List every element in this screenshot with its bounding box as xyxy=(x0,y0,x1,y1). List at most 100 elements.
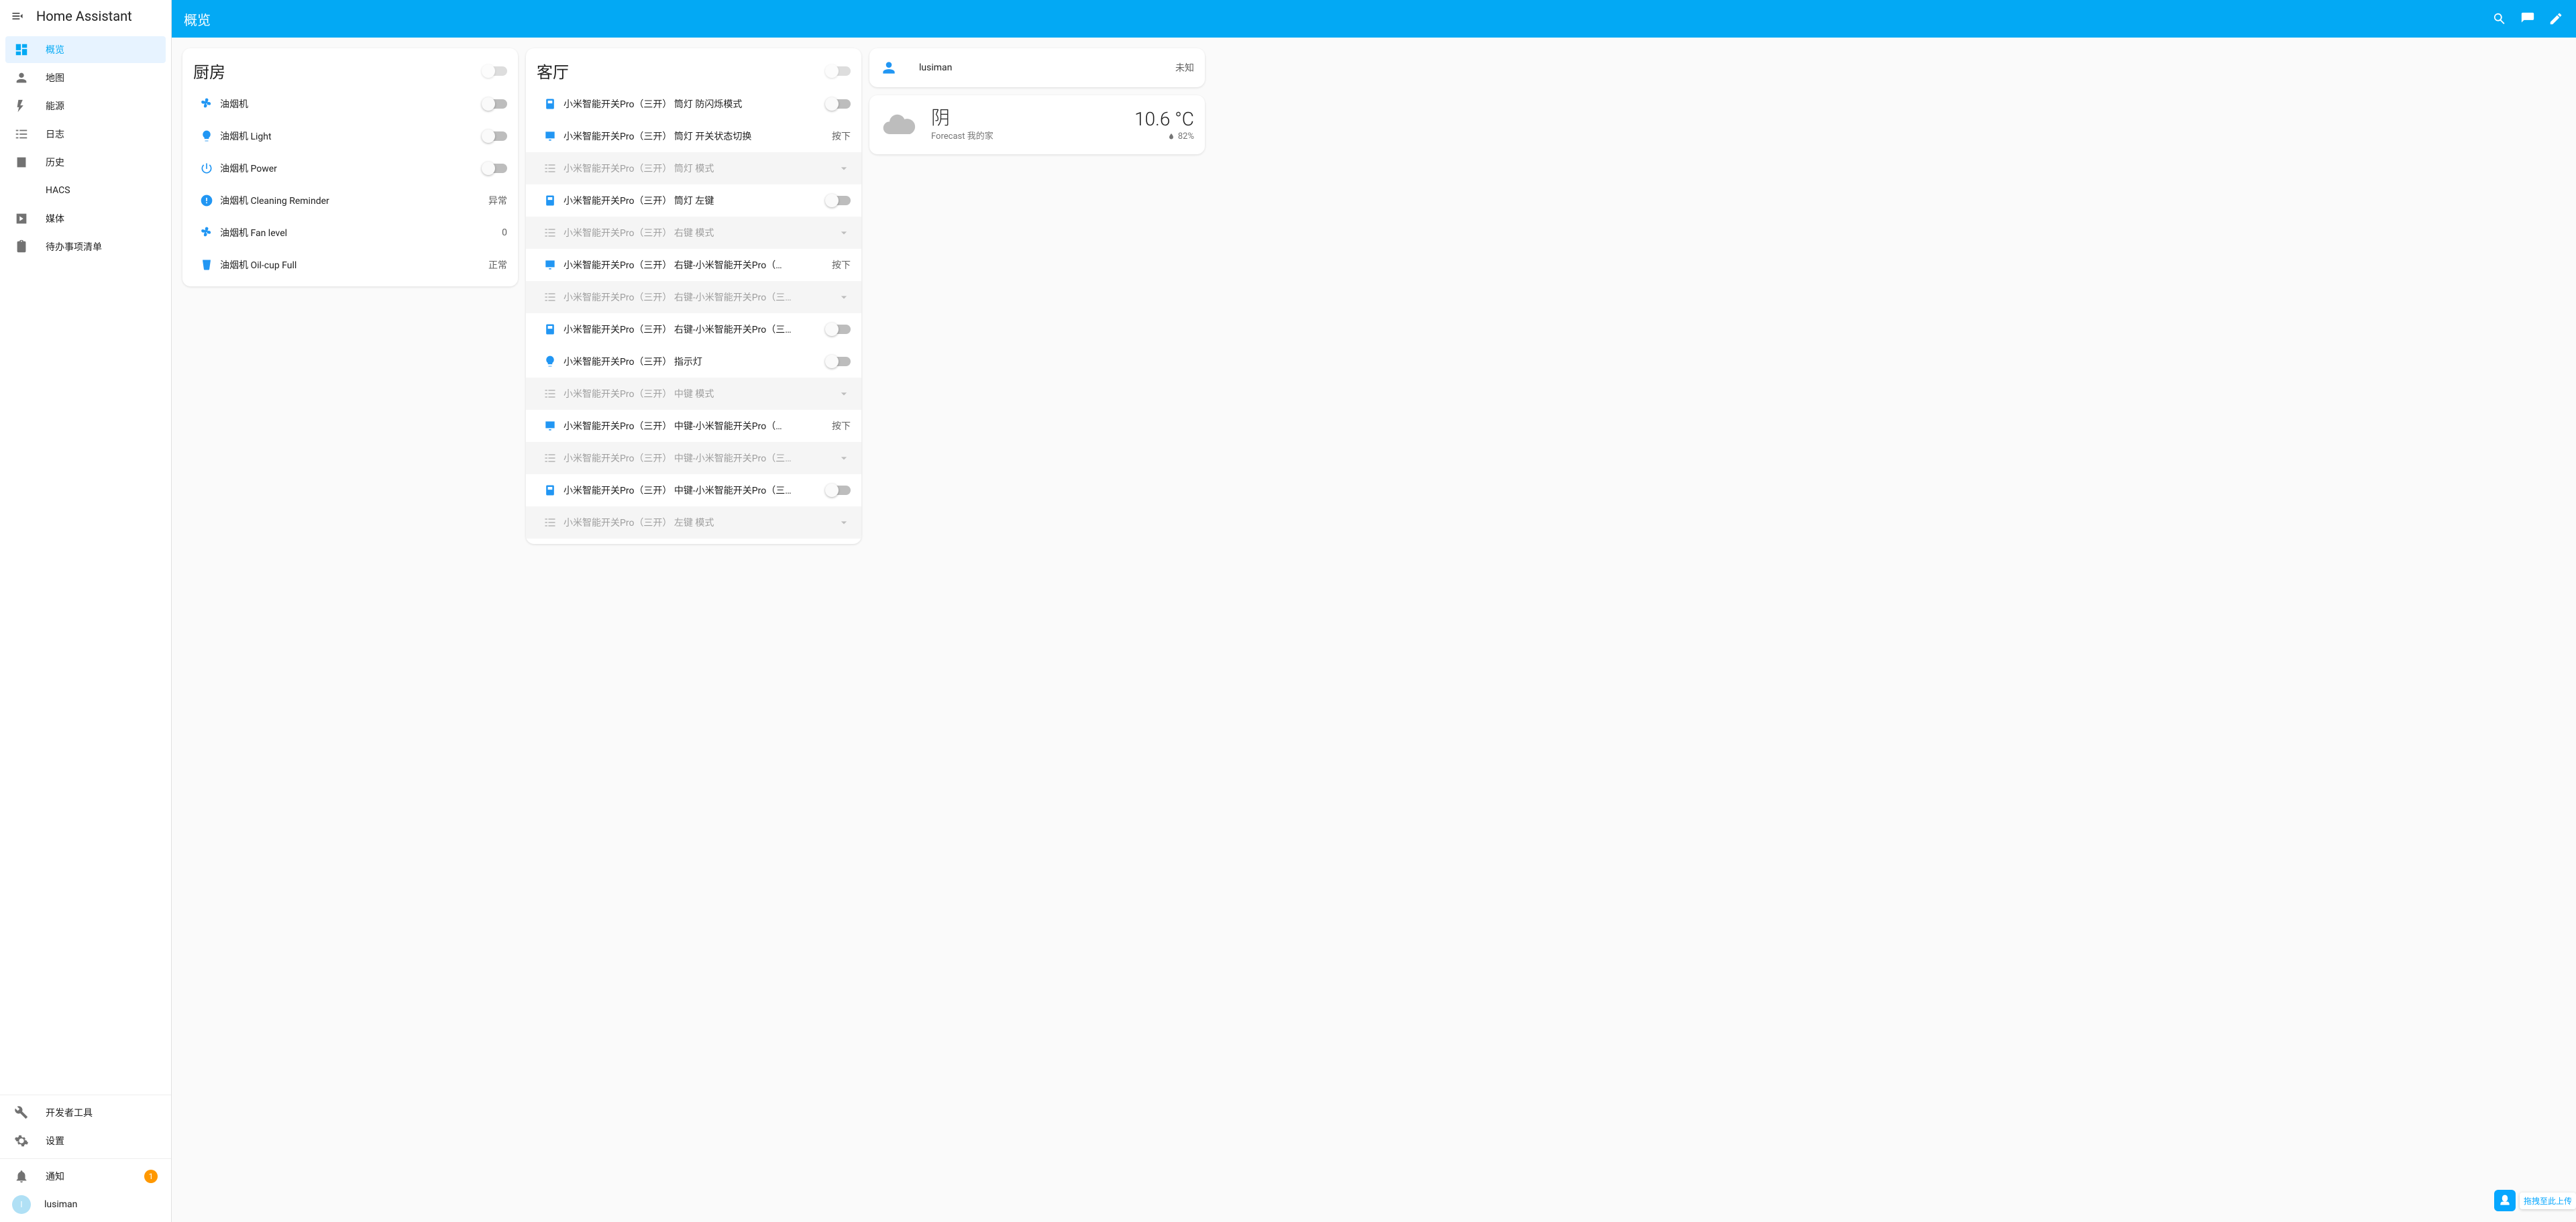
entity-row[interactable]: 小米智能开关Pro（三开） 筒灯 模式 xyxy=(526,152,861,184)
entity-value: 按下 xyxy=(832,419,851,433)
entity-value: 按下 xyxy=(832,129,851,143)
entity-row[interactable]: 小米智能开关Pro（三开） 右键-小米智能开关Pro（三… xyxy=(526,313,861,345)
sidebar-item[interactable]: 待办事项清单 xyxy=(5,233,166,260)
sidebar-tools: 开发者工具 设置 xyxy=(0,1095,171,1158)
card-header-toggle[interactable] xyxy=(483,66,507,76)
entity-row[interactable]: 小米智能开关Pro（三开） 指示灯 xyxy=(526,345,861,378)
entity-row[interactable]: 油烟机 Light xyxy=(182,120,518,152)
sidebar-item-notifications[interactable]: 通知 1 xyxy=(5,1163,166,1190)
entity-row[interactable]: 小米智能开关Pro（三开） 右键 模式 xyxy=(526,217,861,249)
list-icon xyxy=(537,290,564,304)
entity-label: 小米智能开关Pro（三开） 指示灯 xyxy=(564,355,826,368)
entity-label: 小米智能开关Pro（三开） 中键 模式 xyxy=(564,387,837,400)
topbar-actions xyxy=(2491,11,2564,27)
entity-label: 油烟机 Fan level xyxy=(220,226,502,239)
entity-value: 异常 xyxy=(488,194,507,207)
nav-icon xyxy=(13,1105,30,1120)
list-icon xyxy=(537,451,564,465)
sidebar-collapse-icon[interactable] xyxy=(11,9,24,23)
sidebar-item[interactable]: 概览 xyxy=(5,36,166,63)
bulb-icon xyxy=(193,129,220,143)
entity-label: 油烟机 xyxy=(220,97,483,111)
entity-toggle[interactable] xyxy=(826,325,851,334)
sidebar-item[interactable]: 媒体 xyxy=(5,205,166,232)
entity-row[interactable]: 小米智能开关Pro（三开） 筒灯 开关状态切换 按下 xyxy=(526,120,861,152)
sidebar-item[interactable]: 开发者工具 xyxy=(5,1099,166,1126)
search-icon[interactable] xyxy=(2491,11,2508,27)
person-icon xyxy=(880,59,898,76)
list-icon xyxy=(537,516,564,529)
entity-row[interactable]: 小米智能开关Pro（三开） 筒灯 防闪烁模式 xyxy=(526,88,861,120)
entity-row[interactable]: 小米智能开关Pro（三开） 中键-小米智能开关Pro（… 按下 xyxy=(526,410,861,442)
chevron-down-icon[interactable] xyxy=(837,387,851,400)
entity-value: 正常 xyxy=(488,258,507,272)
weather-icon xyxy=(880,106,918,144)
entity-row[interactable]: 小米智能开关Pro（三开） 左键 模式 xyxy=(526,506,861,539)
entity-toggle[interactable] xyxy=(483,131,507,141)
entity-row[interactable]: 小米智能开关Pro（三开） 右键-小米智能开关Pro（三… xyxy=(526,281,861,313)
weather-state: 阴 xyxy=(931,109,1134,127)
entity-row[interactable]: 油烟机 Cleaning Reminder 异常 xyxy=(182,184,518,217)
sidebar-item[interactable]: 历史 xyxy=(5,149,166,176)
entity-row[interactable]: 小米智能开关Pro（三开） 中键 模式 xyxy=(526,378,861,410)
entity-value: 0 xyxy=(502,227,507,238)
sidebar-item[interactable]: 能源 xyxy=(5,93,166,119)
entity-toggle[interactable] xyxy=(826,196,851,205)
press-icon xyxy=(537,419,564,433)
entity-row[interactable]: 小米智能开关Pro（三开） 右键-小米智能开关Pro（… 按下 xyxy=(526,249,861,281)
nav-icon xyxy=(13,155,30,170)
chevron-down-icon[interactable] xyxy=(837,516,851,529)
entity-toggle[interactable] xyxy=(826,486,851,495)
chevron-down-icon[interactable] xyxy=(837,226,851,239)
nav-icon xyxy=(13,42,30,57)
topbar: 概览 xyxy=(172,0,2576,38)
entity-row[interactable]: 油烟机 Fan level 0 xyxy=(182,217,518,249)
sidebar-item[interactable]: 设置 xyxy=(5,1127,166,1154)
sidebar-item-label: HACS xyxy=(46,185,158,196)
entity-toggle[interactable] xyxy=(826,357,851,366)
chevron-down-icon[interactable] xyxy=(837,451,851,465)
humidity-icon xyxy=(1167,133,1175,141)
entity-row[interactable]: 小米智能开关Pro（三开） 中键-小米智能开关Pro（三… xyxy=(526,474,861,506)
sidebar-item[interactable]: 地图 xyxy=(5,64,166,91)
entity-row[interactable]: 小米智能开关Pro（三开） 中键-小米智能开关Pro（三… xyxy=(526,442,861,474)
sidebar-item-label: 概览 xyxy=(46,43,158,56)
fan-icon xyxy=(193,97,220,111)
edit-icon[interactable] xyxy=(2548,11,2564,27)
page-title: 概览 xyxy=(184,9,2491,29)
entity-row[interactable]: 油烟机 Power xyxy=(182,152,518,184)
chevron-down-icon[interactable] xyxy=(837,162,851,175)
entity-label: 小米智能开关Pro（三开） 筒灯 模式 xyxy=(564,162,837,175)
sidebar-item-label: 开发者工具 xyxy=(46,1106,158,1119)
sidebar-item-user[interactable]: l lusiman xyxy=(5,1191,166,1218)
sidebar-item[interactable]: HACS xyxy=(5,177,166,204)
assist-icon[interactable] xyxy=(2520,11,2536,27)
press-icon xyxy=(537,258,564,272)
entity-row[interactable]: 油烟机 Oil-cup Full 正常 xyxy=(182,249,518,281)
entity-toggle[interactable] xyxy=(483,99,507,109)
sidebar-nav: 概览 地图 能源 日志 历史 HACS 媒体 待办事项清单 xyxy=(0,32,171,1095)
entity-toggle[interactable] xyxy=(483,164,507,173)
dashboard-content: 厨房 油烟机 油烟机 Light 油烟机 Power xyxy=(172,38,2576,1222)
entity-row[interactable]: 油烟机 xyxy=(182,88,518,120)
sidebar-footer: 通知 1 l lusiman xyxy=(0,1158,171,1222)
avatar: l xyxy=(12,1195,31,1214)
sidebar-item[interactable]: 日志 xyxy=(5,121,166,148)
card-person[interactable]: lusiman 未知 xyxy=(869,48,1205,87)
person-state: 未知 xyxy=(1175,61,1194,74)
entity-toggle[interactable] xyxy=(826,99,851,109)
switch-icon xyxy=(537,323,564,336)
list-icon xyxy=(537,162,564,175)
press-icon xyxy=(537,129,564,143)
card-weather[interactable]: 阴 Forecast 我的家 10.6 °C 82% xyxy=(869,95,1205,154)
sidebar-item-label: 通知 xyxy=(46,1170,144,1183)
entity-row[interactable]: 小米智能开关Pro（三开） 筒灯 左键 xyxy=(526,184,861,217)
chevron-down-icon[interactable] xyxy=(837,290,851,304)
card-living: 客厅 小米智能开关Pro（三开） 筒灯 防闪烁模式 小米智能开关Pro（三开） … xyxy=(526,48,861,544)
card-kitchen: 厨房 油烟机 油烟机 Light 油烟机 Power xyxy=(182,48,518,286)
nav-icon xyxy=(13,99,30,113)
upload-fab[interactable]: 拖拽至此上传 xyxy=(2494,1190,2576,1211)
weather-temp: 10.6 °C xyxy=(1134,108,1194,130)
card-header-toggle[interactable] xyxy=(826,66,851,76)
fan-icon xyxy=(193,226,220,239)
